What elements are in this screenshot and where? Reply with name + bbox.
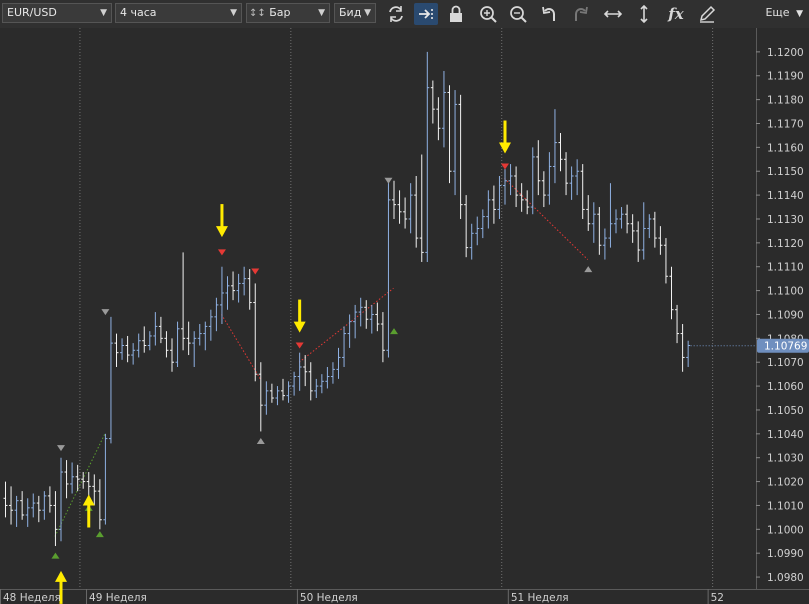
time-label: 48 Неделя xyxy=(3,592,61,604)
time-labels: 48 Неделя 49 Неделя 50 Неделя 51 Неделя 52 xyxy=(0,589,724,604)
time-label: 52 xyxy=(711,592,724,604)
chevron-down-icon: ▼ xyxy=(230,8,237,18)
lock-icon xyxy=(450,5,462,22)
price-tick-label: 1.1000 xyxy=(767,524,804,536)
chevron-down-icon: ▼ xyxy=(364,8,371,18)
fit-horizontal-button[interactable] xyxy=(601,3,625,25)
chart-type-select-value: Бар xyxy=(269,6,291,19)
chart-toolbar: EUR/USD ▼ 4 часа ▼ ↕↕ Бар ▼ Бид ▼ fx Еще… xyxy=(0,0,809,29)
timeframe-select-value: 4 часа xyxy=(120,6,157,19)
undo-icon xyxy=(542,6,555,21)
indicators-button[interactable]: fx xyxy=(664,3,688,25)
refresh-icon xyxy=(389,6,403,22)
price-tick-label: 1.1050 xyxy=(767,405,804,417)
undo-button[interactable] xyxy=(538,3,562,25)
price-tick-label: 1.1090 xyxy=(767,309,804,321)
price-chart[interactable]: 1.1200 1.1190 1.1180 1.1170 1.1160 1.1150 1.11… xyxy=(0,28,809,604)
price-tick-label: 1.1100 xyxy=(767,286,804,298)
price-tick-label: 1.1150 xyxy=(767,166,804,178)
chevron-down-icon: ▼ xyxy=(796,9,803,19)
zoom-in-button[interactable] xyxy=(476,3,500,25)
price-type-select-value: Бид xyxy=(339,6,362,19)
price-tick-label: 1.1070 xyxy=(767,357,804,369)
price-tick-label: 1.1040 xyxy=(767,429,804,441)
more-menu-button[interactable]: Еще ▼ xyxy=(765,3,803,23)
chart-shift-icon xyxy=(419,9,433,19)
current-price-label: 1.10769 xyxy=(764,341,807,353)
chart-shift-button[interactable] xyxy=(414,3,438,25)
symbol-select-value: EUR/USD xyxy=(7,6,57,19)
price-tick-label: 1.1140 xyxy=(767,190,804,202)
zoom-out-icon xyxy=(510,6,527,23)
chevron-down-icon: ▼ xyxy=(318,8,325,18)
pencil-icon xyxy=(699,5,716,23)
price-tick-label: 1.1030 xyxy=(767,453,804,465)
time-label: 51 Неделя xyxy=(511,592,569,604)
price-tick-label: 1.1110 xyxy=(767,262,804,274)
fit-vertical-button[interactable] xyxy=(632,3,656,25)
redo-icon xyxy=(575,6,588,21)
fx-icon: fx xyxy=(668,5,684,23)
chart-type-select[interactable]: ↕↕ Бар ▼ xyxy=(246,3,330,23)
price-type-select[interactable]: Бид ▼ xyxy=(334,3,376,23)
redo-button[interactable] xyxy=(568,3,592,25)
time-label: 50 Неделя xyxy=(300,592,358,604)
refresh-button[interactable] xyxy=(384,3,408,25)
more-label: Еще xyxy=(765,6,790,19)
zoom-out-button[interactable] xyxy=(506,3,530,25)
horizontal-arrows-icon xyxy=(603,10,623,18)
price-tick-label: 1.1130 xyxy=(767,214,804,226)
price-tick-label: 1.1060 xyxy=(767,381,804,393)
price-tick-label: 1.1160 xyxy=(767,142,804,154)
lock-button[interactable] xyxy=(444,3,468,25)
price-tick-label: 1.0990 xyxy=(767,548,804,560)
price-tick-label: 1.1020 xyxy=(767,477,804,489)
symbol-select[interactable]: EUR/USD ▼ xyxy=(2,3,112,23)
price-tick-label: 1.1190 xyxy=(767,71,804,83)
bar-chart-icon: ↕↕ xyxy=(249,8,266,19)
price-tick-label: 1.1200 xyxy=(767,47,804,59)
chevron-down-icon: ▼ xyxy=(100,8,107,18)
price-tick-label: 1.1010 xyxy=(767,500,804,512)
price-tick-label: 1.0980 xyxy=(767,572,804,584)
price-tick-label: 1.1170 xyxy=(767,118,804,130)
time-label: 49 Неделя xyxy=(89,592,147,604)
timeframe-select[interactable]: 4 часа ▼ xyxy=(115,3,242,23)
price-tick-label: 1.1120 xyxy=(767,238,804,250)
vertical-arrows-icon xyxy=(640,4,648,24)
zoom-in-icon xyxy=(480,6,497,23)
plot-area xyxy=(0,28,756,589)
price-tick-label: 1.1180 xyxy=(767,95,804,107)
draw-button[interactable] xyxy=(695,3,719,25)
